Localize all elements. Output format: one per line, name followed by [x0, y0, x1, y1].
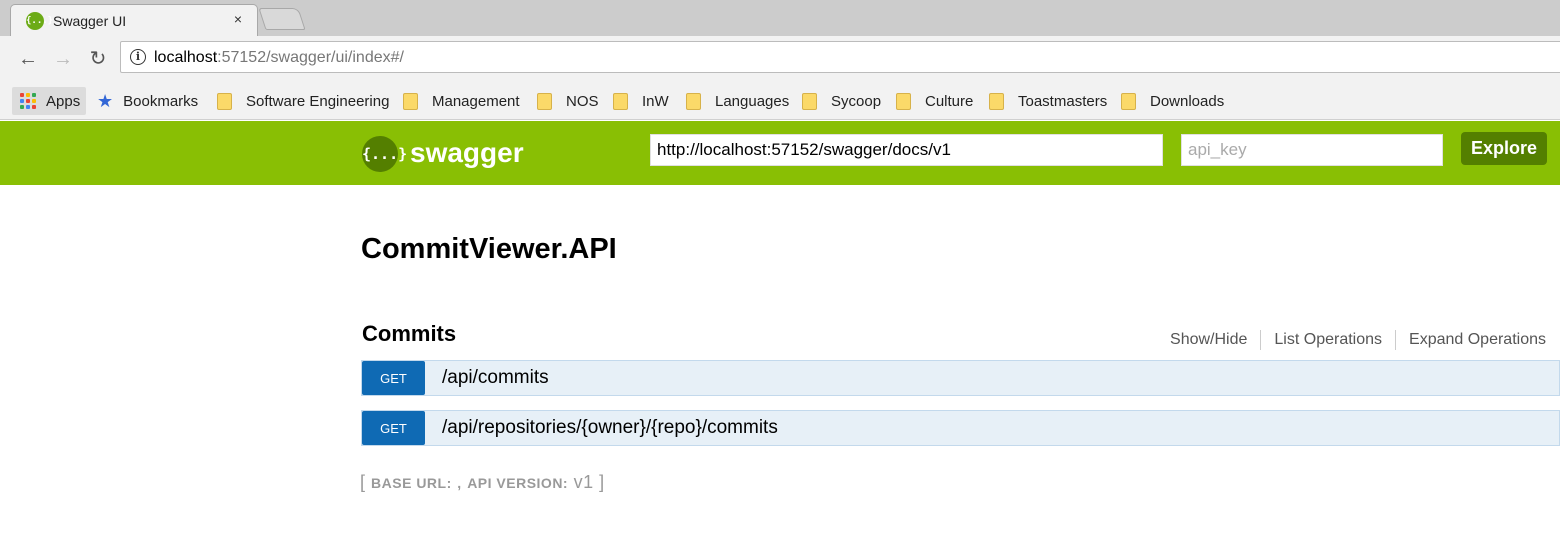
operation-row[interactable]: GET /api/repositories/{owner}/{repo}/com… [361, 410, 1560, 446]
http-method-badge[interactable]: GET [362, 361, 425, 395]
url-path: :57152/swagger/ui/index#/ [217, 49, 404, 66]
bookmark-folder-label: Sycoop [831, 92, 882, 110]
show-hide-link[interactable]: Show/Hide [1157, 330, 1260, 350]
api-key-input[interactable] [1181, 134, 1443, 166]
bookmark-folder-label: Management [432, 92, 520, 110]
back-arrow-icon[interactable]: ← [15, 46, 41, 72]
folder-icon [896, 92, 911, 110]
operation-row[interactable]: GET /api/commits [361, 360, 1560, 396]
bookmark-folder-label: Software Engineering [246, 92, 390, 110]
resource-links: Show/Hide List Operations Expand Operati… [1157, 330, 1546, 350]
explore-button[interactable]: Explore [1461, 132, 1547, 165]
folder-icon [217, 92, 232, 110]
forward-arrow-icon[interactable]: → [50, 46, 76, 72]
footer-bracket-open: [ [360, 472, 366, 492]
address-bar[interactable]: i localhost:57152/swagger/ui/index#/ [120, 41, 1560, 73]
bookmark-folder-sycoop[interactable]: Sycoop [802, 87, 881, 115]
api-version-value: v1 [573, 472, 594, 492]
browser-tab[interactable]: {...} Swagger UI × [10, 4, 258, 36]
url-text: localhost:57152/swagger/ui/index#/ [154, 49, 404, 67]
bookmark-folder-downloads[interactable]: Downloads [1121, 87, 1224, 115]
info-icon[interactable]: i [130, 49, 146, 65]
swagger-logo-icon[interactable]: {...} [362, 136, 407, 172]
api-version-label: API VERSION: [467, 475, 569, 491]
folder-icon [802, 92, 817, 110]
bookmark-folder-nos[interactable]: NOS [537, 87, 599, 115]
bookmark-folder-toastmasters[interactable]: Toastmasters [989, 87, 1107, 115]
close-tab-icon[interactable]: × [229, 10, 247, 28]
bookmark-bookmarks[interactable]: ★ Bookmarks [97, 87, 198, 115]
folder-icon [989, 92, 1004, 110]
http-method-badge[interactable]: GET [362, 411, 425, 445]
bookmark-folder-inw[interactable]: InW [613, 87, 669, 115]
apps-grid-icon [20, 93, 36, 109]
bookmark-folder-languages[interactable]: Languages [686, 87, 789, 115]
tab-strip: {...} Swagger UI × [0, 0, 1560, 36]
bookmark-folder-label: InW [642, 92, 669, 110]
folder-icon [537, 92, 552, 110]
bookmark-folder-label: Downloads [1150, 92, 1225, 110]
bookmark-folder-culture[interactable]: Culture [896, 87, 973, 115]
bookmark-folder-label: Culture [925, 92, 974, 110]
folder-icon [686, 92, 701, 110]
folder-icon [403, 92, 418, 110]
base-url-label: BASE URL: [371, 475, 452, 491]
url-host: localhost [154, 49, 218, 66]
bookmark-apps[interactable]: Apps [12, 87, 86, 115]
star-icon: ★ [97, 90, 114, 111]
bookmarks-bar: Apps ★ Bookmarks Software Engineering Ma… [0, 82, 1560, 120]
bookmark-apps-label: Apps [46, 92, 81, 110]
footer-separator: , [457, 475, 462, 491]
bookmark-folder-management[interactable]: Management [403, 87, 520, 115]
folder-icon [1121, 92, 1136, 110]
bookmark-label: Bookmarks [123, 92, 199, 110]
swagger-brand[interactable]: swagger [410, 137, 524, 169]
folder-icon [613, 92, 628, 110]
browser-toolbar: ← → ↻ i localhost:57152/swagger/ui/index… [0, 36, 1560, 82]
bookmark-folder-label: Toastmasters [1018, 92, 1108, 110]
api-title: CommitViewer.API [361, 233, 617, 265]
bookmark-folder-label: Languages [715, 92, 790, 110]
tab-title: Swagger UI [53, 13, 127, 29]
swagger-favicon-icon: {...} [26, 12, 53, 30]
swagger-header: {...} swagger Explore [0, 121, 1560, 185]
footer-bracket-close: ] [599, 472, 605, 492]
spec-url-input[interactable] [650, 134, 1163, 166]
list-operations-link[interactable]: List Operations [1260, 330, 1395, 350]
expand-operations-link[interactable]: Expand Operations [1395, 330, 1546, 350]
new-tab-button[interactable] [258, 8, 306, 30]
api-info-footer: [ BASE URL: , API VERSION: v1 ] [360, 472, 605, 493]
bookmark-folder-software-engineering[interactable]: Software Engineering [217, 87, 389, 115]
reload-icon[interactable]: ↻ [85, 46, 111, 72]
operation-path[interactable]: /api/commits [442, 367, 549, 389]
bookmark-folder-label: NOS [566, 92, 599, 110]
resource-commits-heading[interactable]: Commits [362, 321, 456, 347]
operation-path[interactable]: /api/repositories/{owner}/{repo}/commits [442, 417, 778, 439]
